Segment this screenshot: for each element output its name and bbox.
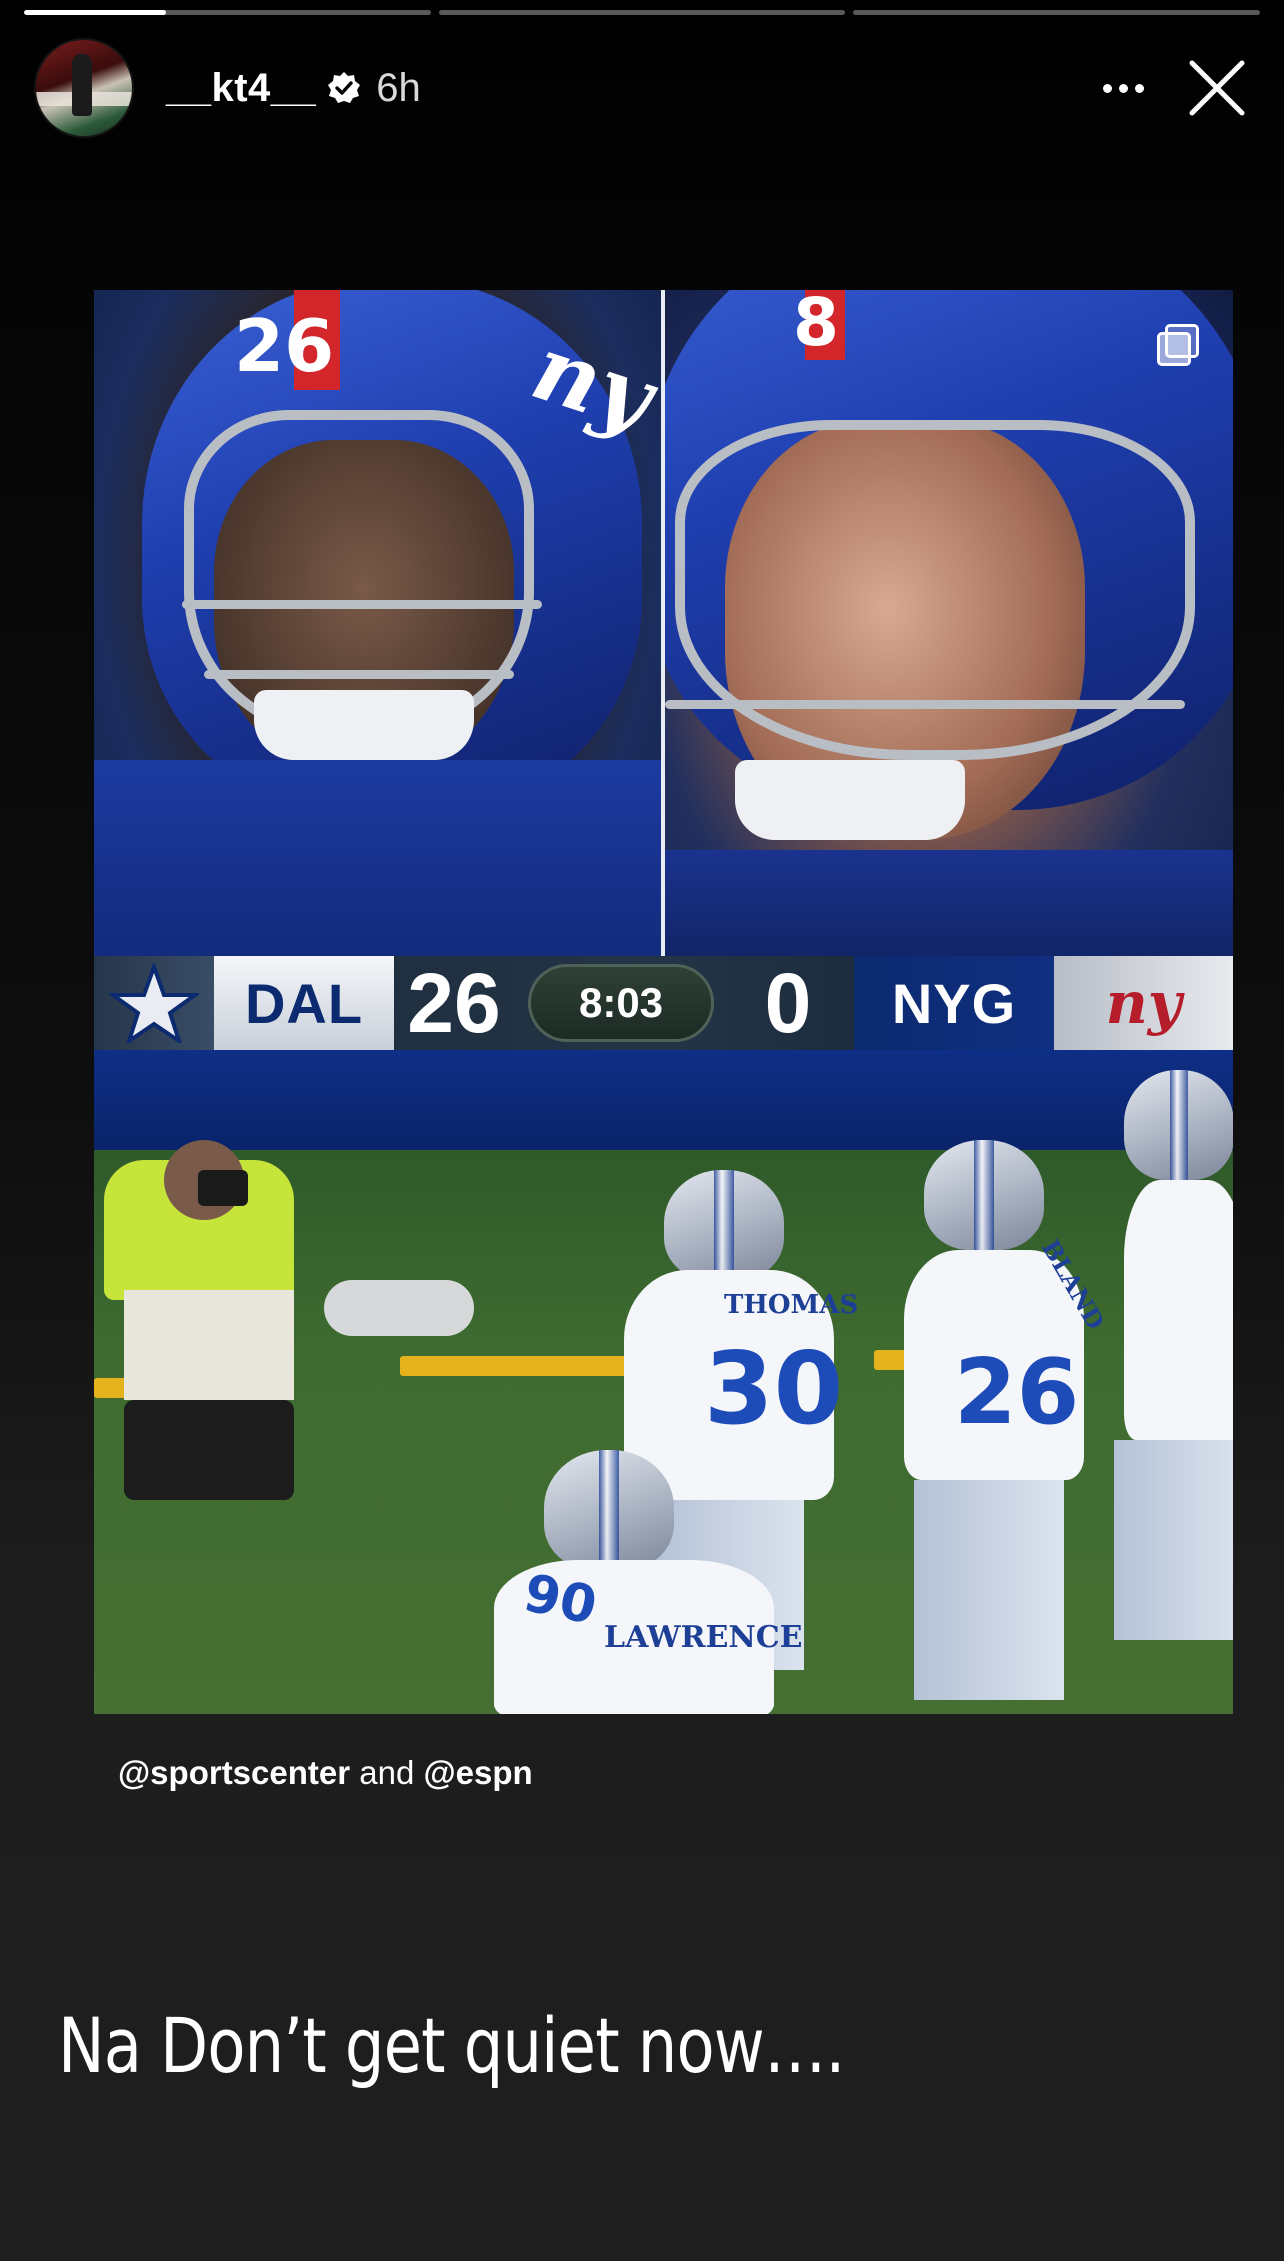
- away-score: 26: [407, 955, 501, 1050]
- story-text-overlay: Na Don’t get quiet now….: [58, 2001, 845, 2090]
- home-team: NYG: [854, 956, 1054, 1050]
- progress-segment-3: [853, 10, 1261, 15]
- username[interactable]: __kt4__: [166, 66, 316, 111]
- field-scene: THOMAS 30 90 LAWRENCE 26 BLAND: [94, 1050, 1233, 1714]
- scorebug: DAL 26 8:03 0 NYG ny: [94, 956, 1233, 1050]
- player-lawrence: 90 LAWRENCE: [494, 1450, 803, 1714]
- photographer: [94, 1100, 304, 1520]
- shared-post-image[interactable]: 26 ny 8 DAL 26 8:03 0 NYG ny THOMAS 30 9…: [94, 290, 1233, 1714]
- progress-segment-2: [438, 10, 846, 15]
- avatar[interactable]: [36, 40, 132, 136]
- more-options-icon[interactable]: [1088, 58, 1158, 118]
- player-closeup-left: 26 ny: [94, 290, 661, 956]
- helmet-number: 8: [793, 290, 839, 361]
- helmet-number: 26: [234, 304, 335, 388]
- player-bland: 26 BLAND: [894, 1140, 1110, 1700]
- mention-espn[interactable]: @espn: [424, 1754, 533, 1791]
- giants-logo: ny: [1054, 956, 1233, 1050]
- home-score: 0: [764, 955, 812, 1050]
- jersey-number: 26: [954, 1340, 1080, 1445]
- progress-segment-1: [24, 10, 431, 15]
- mention-joiner: and: [359, 1754, 415, 1791]
- game-clock: 8:03: [528, 964, 714, 1042]
- star-logo-icon: [94, 956, 214, 1050]
- jersey-name: LAWRENCE: [604, 1620, 803, 1655]
- jersey-number: 30: [704, 1330, 844, 1447]
- away-team: DAL: [214, 956, 394, 1050]
- post-mentions[interactable]: @sportscenter and @espn: [118, 1754, 533, 1792]
- story-progress: [24, 10, 1261, 15]
- story-header: __kt4__ 6h: [36, 40, 1248, 136]
- post-time: 6h: [376, 65, 421, 110]
- player-edge: [1114, 1070, 1233, 1710]
- player-closeup-right: 8: [665, 290, 1233, 956]
- progress-fill: [24, 10, 167, 15]
- close-icon[interactable]: [1186, 57, 1248, 119]
- mention-sportscenter[interactable]: @sportscenter: [118, 1754, 350, 1791]
- multi-image-icon: [1157, 324, 1199, 366]
- jersey-name: THOMAS: [724, 1290, 859, 1320]
- story-viewer[interactable]: __kt4__ 6h 26 ny 8 DAL 26 8:03 0 NYG ny …: [0, 0, 1284, 2261]
- verified-badge-icon: [326, 70, 362, 106]
